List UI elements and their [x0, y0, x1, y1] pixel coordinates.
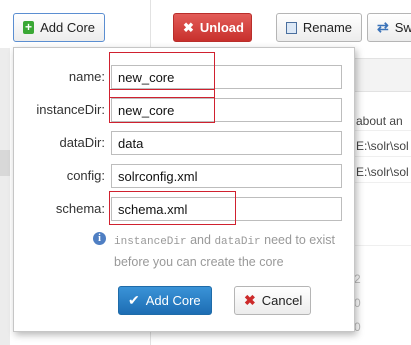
schema-field[interactable]: [111, 197, 342, 221]
stat-value: 0: [354, 320, 361, 334]
data-dir-label: dataDir:: [59, 135, 105, 150]
name-field[interactable]: [111, 65, 342, 89]
name-row: name:: [14, 65, 356, 89]
data-path: E:\solr\sol: [356, 165, 409, 179]
name-label: name:: [68, 69, 105, 84]
add-core-label: Add Core: [40, 20, 95, 35]
core-panel-header: [355, 58, 411, 92]
data-dir-field[interactable]: [111, 131, 342, 155]
schema-label: schema:: [55, 201, 105, 216]
close-icon: ✖: [244, 292, 256, 308]
instance-dir-row: instanceDir:: [14, 98, 356, 122]
submit-label: Add Core: [145, 293, 201, 308]
cancel-label: Cancel: [261, 293, 303, 308]
unload-label: Unload: [199, 20, 244, 35]
add-core-button[interactable]: + Add Core: [13, 13, 105, 42]
info-code-instance-dir: instanceDir: [114, 236, 187, 248]
info-and: and: [186, 233, 215, 247]
left-strip: [0, 48, 10, 345]
row-divider: [355, 245, 411, 246]
swap-button[interactable]: ⇄ Sw: [367, 13, 411, 42]
close-icon: ✖: [183, 19, 194, 35]
left-tab[interactable]: [0, 150, 10, 176]
data-dir-row: dataDir:: [14, 131, 356, 155]
swap-label: Sw: [394, 20, 411, 35]
instance-path: E:\solr\sol: [356, 139, 409, 153]
submit-add-core-button[interactable]: ✔ Add Core: [118, 286, 212, 315]
config-row: config:: [14, 164, 356, 188]
swap-icon: ⇄: [377, 19, 389, 35]
row-divider: [355, 182, 411, 183]
stat-value: 0: [354, 296, 361, 310]
rename-button[interactable]: Rename: [276, 13, 362, 42]
add-core-dialog: name: instanceDir: dataDir: config: sche…: [13, 47, 355, 332]
instance-dir-label: instanceDir:: [36, 102, 105, 117]
stat-value: 2: [354, 272, 361, 286]
row-divider: [355, 130, 411, 131]
rename-label: Rename: [302, 20, 352, 35]
plus-icon: +: [23, 21, 35, 34]
rename-icon: [286, 21, 297, 34]
schema-row: schema:: [14, 197, 356, 221]
checkmark-icon: ✔: [128, 292, 140, 308]
unload-button[interactable]: ✖ Unload: [173, 13, 252, 42]
info-code-data-dir: dataDir: [214, 236, 261, 248]
about-text: about an: [356, 114, 403, 128]
config-field[interactable]: [111, 164, 342, 188]
instance-dir-field[interactable]: [111, 98, 342, 122]
cancel-button[interactable]: ✖ Cancel: [234, 286, 311, 315]
row-divider: [355, 156, 411, 157]
info-icon: i: [93, 232, 106, 245]
config-label: config:: [66, 168, 105, 183]
info-message: instanceDir and dataDir need to exist be…: [114, 230, 354, 272]
